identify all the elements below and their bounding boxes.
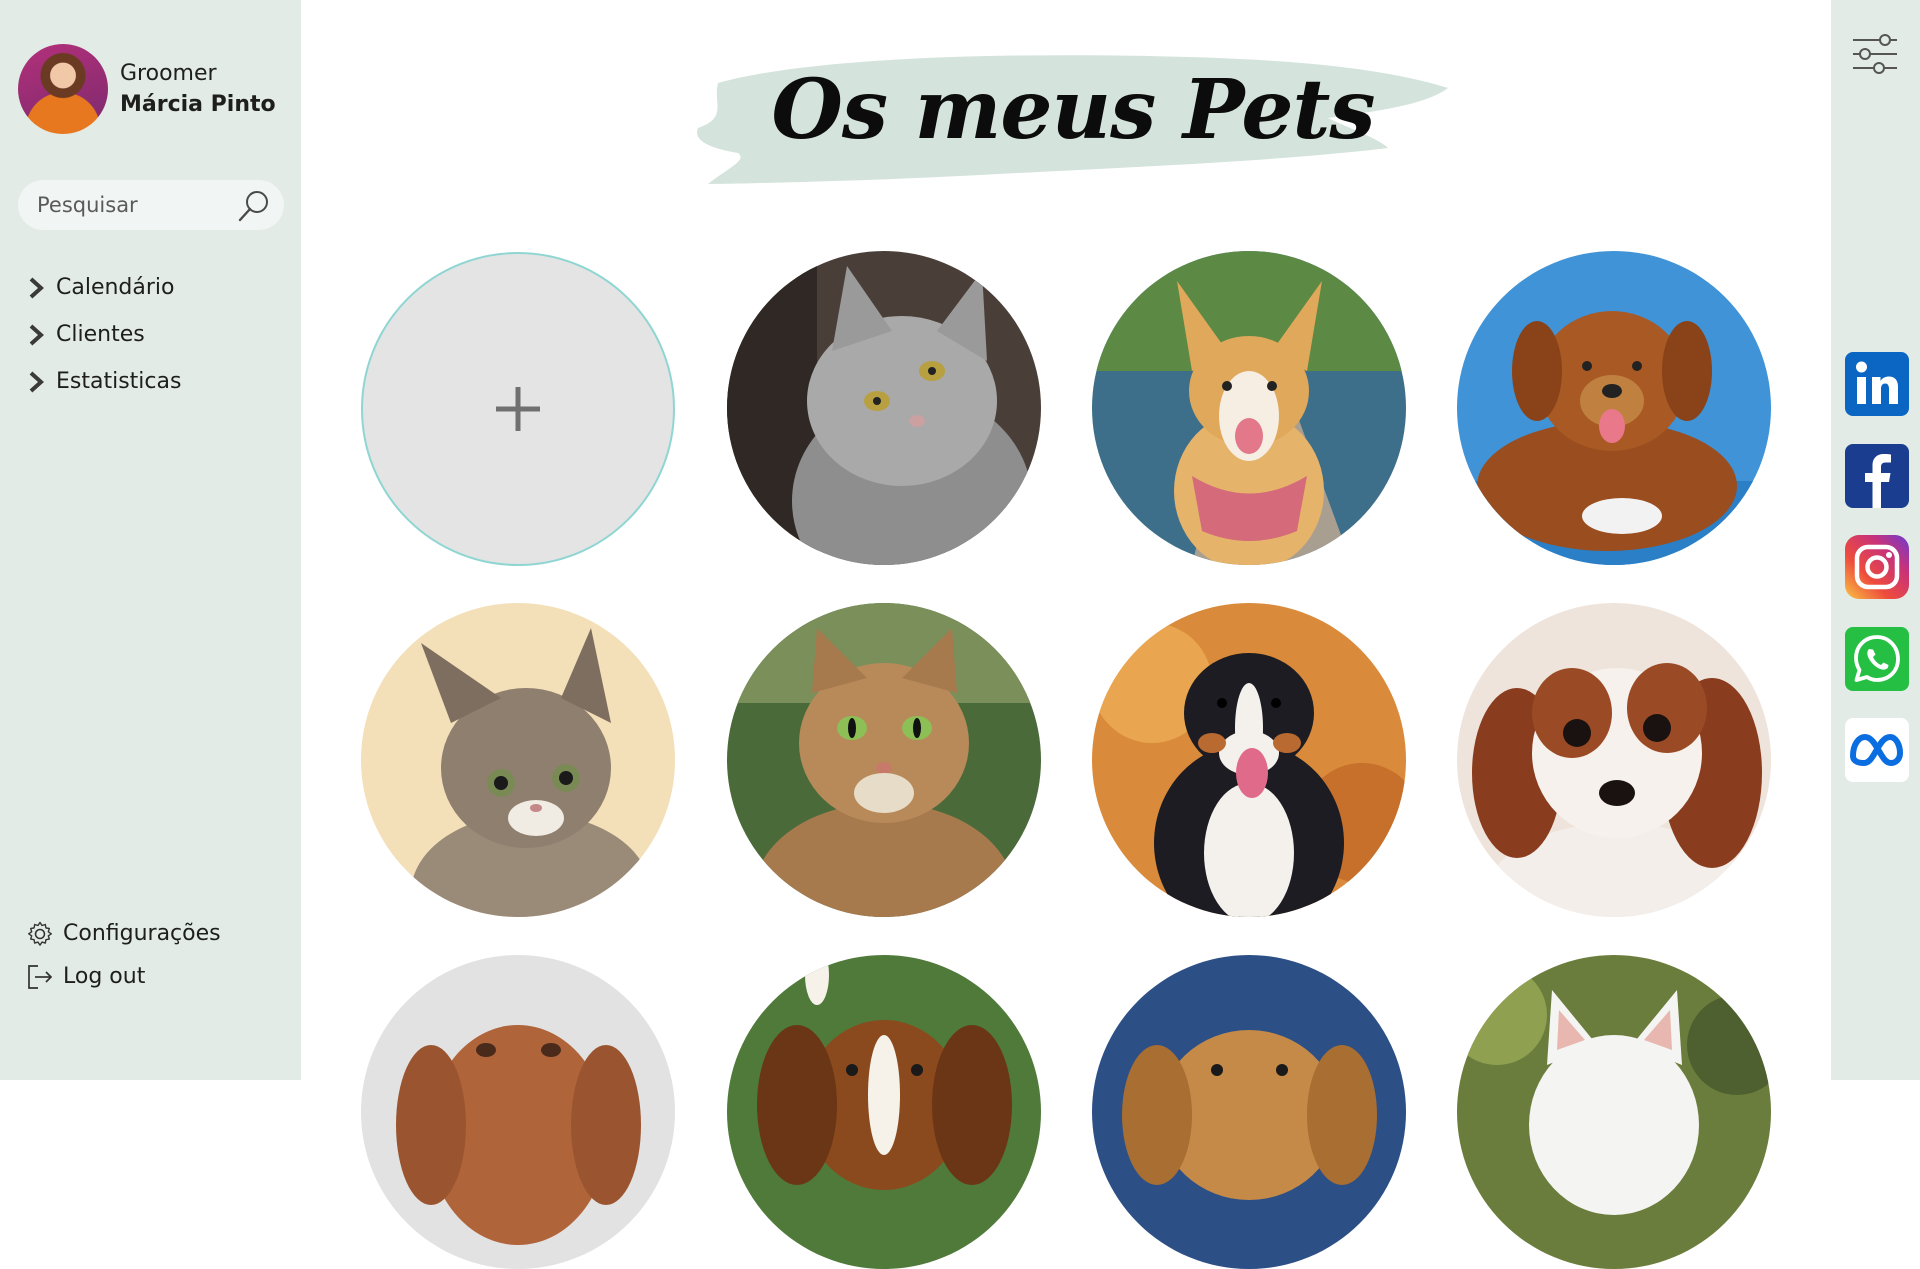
facebook-icon [1845,444,1909,508]
pet-card-dog-vizsla[interactable] [361,955,675,1269]
pet-card-dog-bernese[interactable] [1092,603,1406,917]
nav-item-calendario[interactable]: Calendário [26,264,181,311]
linkedin-link[interactable] [1845,352,1909,416]
search-box [18,180,284,230]
dog-photo-icon [361,955,675,1269]
settings-label: Configurações [63,921,221,946]
dog-photo-icon [1457,955,1771,1269]
settings-button[interactable]: Configurações [26,912,221,955]
nav-item-label: Clientes [56,322,145,347]
logout-label: Log out [63,964,146,989]
user-name: Márcia Pinto [120,92,276,117]
nav-item-estatisticas[interactable]: Estatisticas [26,358,181,405]
pet-card-dog-white[interactable] [1457,955,1771,1269]
logout-icon [28,964,53,989]
main-nav: Calendário Clientes Estatisticas [26,264,181,405]
cat-photo-icon [361,603,675,917]
whatsapp-icon [1845,627,1909,691]
cat-photo-icon [727,603,1041,917]
user-role: Groomer [120,61,217,86]
gear-icon [28,921,52,946]
meta-link[interactable] [1845,718,1909,782]
nav-item-clientes[interactable]: Clientes [26,311,181,358]
sidebar: Groomer Márcia Pinto Calendário Clientes… [0,0,301,1080]
page-title: Os meus Pets [771,62,1375,158]
whatsapp-link[interactable] [1845,627,1909,691]
search-input[interactable] [35,192,229,218]
dog-photo-icon [1457,603,1771,917]
search-icon[interactable] [236,188,272,224]
pet-card-dog-cavalier[interactable] [1457,603,1771,917]
nav-item-label: Estatisticas [56,369,182,394]
dog-photo-icon [1092,603,1406,917]
user-profile[interactable]: Groomer Márcia Pinto [18,44,276,134]
right-toolbar [1831,0,1920,1080]
pet-card-dog-brown[interactable] [1457,251,1771,565]
nav-item-label: Calendário [56,275,175,300]
pet-card-cat-kitten[interactable] [361,603,675,917]
chevron-right-icon [29,324,44,345]
chevron-right-icon [29,371,44,392]
bottom-nav: Configurações Log out [26,912,221,998]
pet-card-cat-gray[interactable] [727,251,1041,565]
meta-icon [1845,718,1909,782]
instagram-icon [1845,535,1909,599]
linkedin-icon [1845,352,1909,416]
pet-card-dog-golden[interactable] [1092,955,1406,1269]
avatar[interactable] [18,44,108,134]
facebook-link[interactable] [1845,444,1909,508]
cat-photo-icon [727,251,1041,565]
pet-card-dog-corgi[interactable] [1092,251,1406,565]
page-header: Os meus Pets [688,48,1458,190]
logout-button[interactable]: Log out [26,955,221,998]
sliders-icon[interactable] [1851,32,1899,76]
pet-card-dog-beagle[interactable] [727,955,1041,1269]
dog-photo-icon [1092,955,1406,1269]
instagram-link[interactable] [1845,535,1909,599]
dog-photo-icon [727,955,1041,1269]
plus-icon [496,387,540,431]
add-pet-button[interactable] [361,252,675,566]
dog-photo-icon [1457,251,1771,565]
pet-card-cat-tabby[interactable] [727,603,1041,917]
dog-photo-icon [1092,251,1406,565]
chevron-right-icon [29,277,44,298]
